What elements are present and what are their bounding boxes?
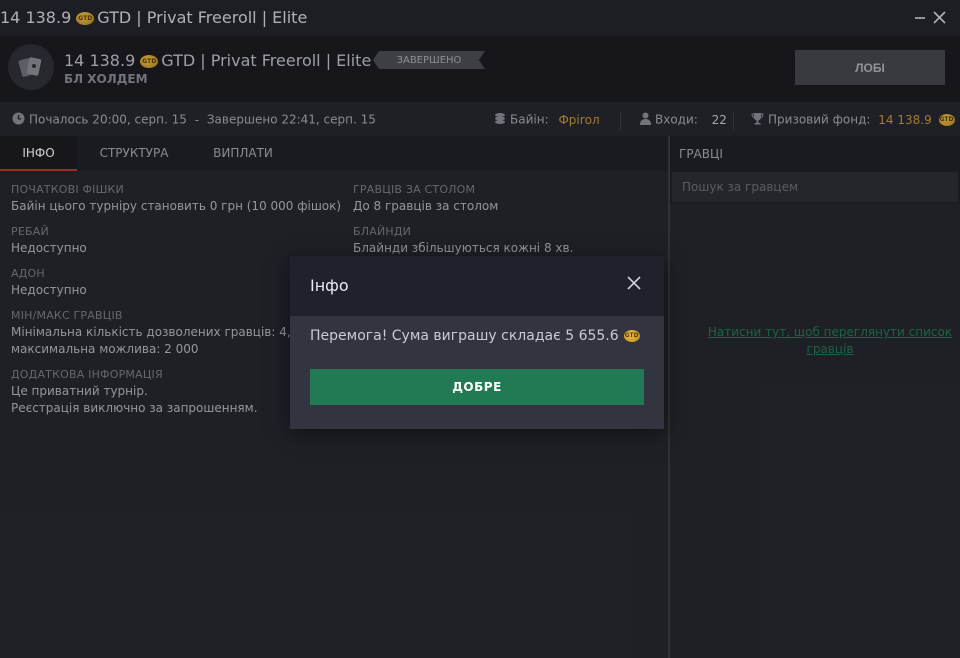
modal-message: Перемога! Сума виграшу складає 5 655.6 GT… (310, 328, 640, 344)
coin-icon: GTD (623, 330, 640, 342)
ok-button[interactable]: ДОБРЕ (310, 369, 644, 405)
info-modal: Інфо Перемога! Сума виграшу складає 5 65… (290, 256, 664, 429)
close-icon[interactable] (627, 276, 641, 294)
modal-header: Інфо (290, 256, 664, 316)
modal-title: Інфо (310, 276, 349, 295)
win-message: Перемога! Сума виграшу складає 5 655.6 (310, 328, 619, 344)
